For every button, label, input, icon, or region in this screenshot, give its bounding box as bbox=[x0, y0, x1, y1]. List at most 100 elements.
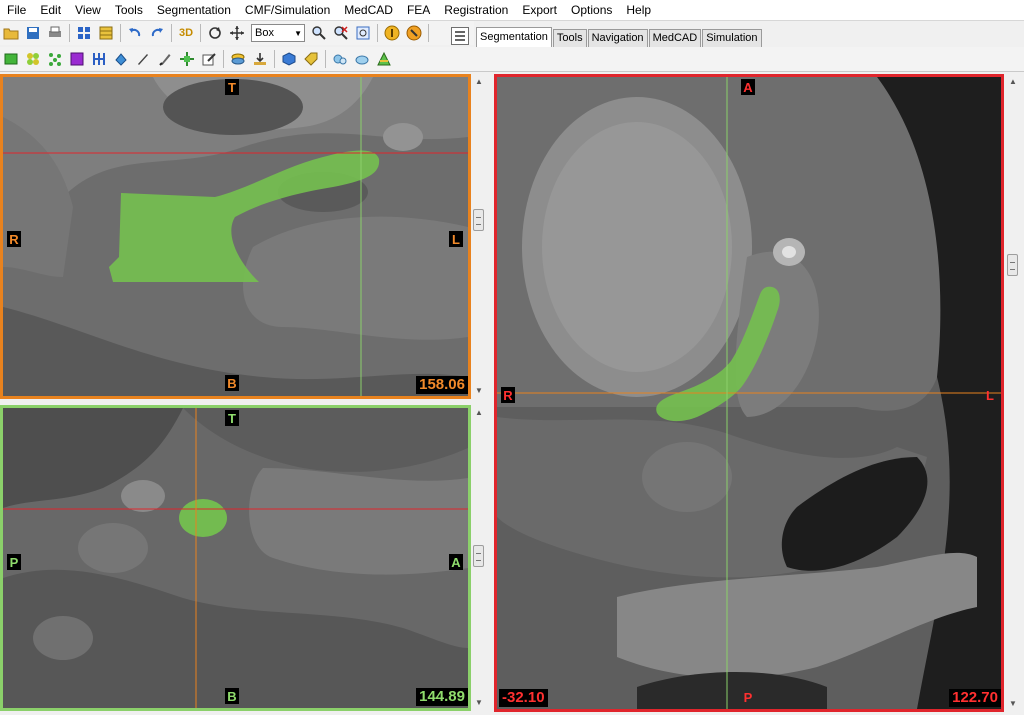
info-icon[interactable] bbox=[382, 23, 402, 43]
chevron-down-icon: ▼ bbox=[294, 28, 302, 38]
axial-scrollbar[interactable]: ▲ ▼ bbox=[1006, 74, 1020, 712]
view-mode-value: Box bbox=[255, 27, 274, 39]
toolbar-separator bbox=[325, 50, 326, 68]
undo-icon[interactable] bbox=[125, 23, 145, 43]
menu-help[interactable]: Help bbox=[619, 0, 658, 20]
table-icon[interactable] bbox=[96, 23, 116, 43]
orientation-right-label: L bbox=[449, 231, 463, 247]
cube-icon[interactable] bbox=[279, 49, 299, 69]
menu-fea[interactable]: FEA bbox=[400, 0, 437, 20]
tag-icon[interactable] bbox=[301, 49, 321, 69]
tab-tools[interactable]: Tools bbox=[552, 29, 587, 47]
toolbar-separator bbox=[377, 24, 378, 42]
orientation-right-label: A bbox=[449, 554, 463, 570]
axial-ct-image bbox=[497, 77, 1001, 709]
rotate-icon[interactable] bbox=[205, 23, 225, 43]
save-icon[interactable] bbox=[23, 23, 43, 43]
slice-position-value: 144.89 bbox=[416, 688, 468, 706]
segmentation-toolbar bbox=[0, 47, 1024, 72]
tab-navigation[interactable]: Navigation bbox=[587, 29, 648, 47]
scroll-thumb[interactable] bbox=[473, 545, 484, 567]
orientation-left-label: R bbox=[7, 231, 21, 247]
zoom-icon[interactable] bbox=[309, 23, 329, 43]
morphology-icon[interactable] bbox=[177, 49, 197, 69]
menu-medcad[interactable]: MedCAD bbox=[337, 0, 400, 20]
zoom-reset-icon[interactable] bbox=[331, 23, 351, 43]
tab-simulation[interactable]: Simulation bbox=[702, 29, 762, 47]
menu-cmf-simulation[interactable]: CMF/Simulation bbox=[238, 0, 337, 20]
scroll-thumb[interactable] bbox=[1007, 254, 1018, 276]
tab-medcad[interactable]: MedCAD bbox=[648, 29, 702, 47]
orientation-left-label: R bbox=[501, 387, 515, 403]
menu-tools[interactable]: Tools bbox=[108, 0, 150, 20]
scroll-down-icon[interactable]: ▼ bbox=[472, 697, 486, 709]
scatter-icon[interactable] bbox=[45, 49, 65, 69]
toolbar-separator bbox=[428, 24, 429, 42]
toolbar-separator bbox=[171, 24, 172, 42]
region-grow-icon[interactable] bbox=[23, 49, 43, 69]
toolbar-separator bbox=[69, 24, 70, 42]
orientation-bottom-label: B bbox=[225, 375, 239, 391]
brush-icon[interactable] bbox=[155, 49, 175, 69]
menu-export[interactable]: Export bbox=[515, 0, 564, 20]
axial-view[interactable]: A P R L -32.10 122.70 bbox=[494, 74, 1004, 712]
coronal-scrollbar[interactable]: ▲ ▼ bbox=[472, 74, 486, 399]
split-icon[interactable] bbox=[89, 49, 109, 69]
fill-icon[interactable] bbox=[111, 49, 131, 69]
toolbar-separator bbox=[120, 24, 121, 42]
toolbar-separator bbox=[223, 50, 224, 68]
menu-file[interactable]: File bbox=[0, 0, 33, 20]
tab-segmentation[interactable]: Segmentation bbox=[476, 27, 552, 47]
orientation-bottom-label: P bbox=[743, 689, 753, 705]
open-folder-icon[interactable] bbox=[1, 23, 21, 43]
coronal-view[interactable]: T B R L 158.06 bbox=[0, 74, 471, 399]
pan-icon[interactable] bbox=[227, 23, 247, 43]
print-icon[interactable] bbox=[45, 23, 65, 43]
scroll-down-icon[interactable]: ▼ bbox=[1006, 698, 1020, 710]
measure-icon[interactable] bbox=[404, 23, 424, 43]
menu-registration[interactable]: Registration bbox=[437, 0, 515, 20]
thresholding-icon[interactable] bbox=[1, 49, 21, 69]
list-view-button[interactable] bbox=[451, 27, 469, 45]
three-d-view-button[interactable]: 3D bbox=[176, 23, 196, 43]
menu-view[interactable]: View bbox=[68, 0, 108, 20]
orientation-top-label: T bbox=[225, 79, 239, 95]
mask-icon[interactable] bbox=[67, 49, 87, 69]
view-mode-select[interactable]: Box ▼ bbox=[251, 24, 305, 42]
triangle-reduction-icon[interactable] bbox=[374, 49, 394, 69]
grid-icon[interactable] bbox=[74, 23, 94, 43]
menu-segmentation[interactable]: Segmentation bbox=[150, 0, 238, 20]
redo-icon[interactable] bbox=[147, 23, 167, 43]
orientation-top-label: A bbox=[741, 79, 755, 95]
coronal-ct-image bbox=[3, 77, 468, 396]
scroll-down-icon[interactable]: ▼ bbox=[472, 385, 486, 397]
window-value-left: -32.10 bbox=[499, 689, 548, 707]
slice-position-value: 158.06 bbox=[416, 376, 468, 394]
wrap-icon[interactable] bbox=[330, 49, 350, 69]
edit-mask-icon[interactable] bbox=[199, 49, 219, 69]
scroll-thumb[interactable] bbox=[473, 209, 484, 231]
scroll-up-icon[interactable]: ▲ bbox=[472, 407, 486, 419]
smooth-icon[interactable] bbox=[352, 49, 372, 69]
fit-view-icon[interactable] bbox=[353, 23, 373, 43]
import-icon[interactable] bbox=[250, 49, 270, 69]
slice-position-value: 122.70 bbox=[949, 689, 1001, 707]
orientation-right-label: L bbox=[986, 387, 994, 403]
scroll-up-icon[interactable]: ▲ bbox=[1006, 76, 1020, 88]
sagittal-view[interactable]: T B P A 144.89 bbox=[0, 405, 471, 711]
sagittal-ct-image bbox=[3, 408, 468, 708]
sagittal-scrollbar[interactable]: ▲ ▼ bbox=[472, 405, 486, 711]
orientation-left-label: P bbox=[7, 554, 21, 570]
project-tabs: Segmentation Tools Navigation MedCAD Sim… bbox=[476, 27, 763, 47]
toolbar-separator bbox=[200, 24, 201, 42]
toolbar-separator bbox=[274, 50, 275, 68]
scroll-up-icon[interactable]: ▲ bbox=[472, 76, 486, 88]
orientation-bottom-label: B bbox=[225, 688, 239, 704]
menu-bar: File Edit View Tools Segmentation CMF/Si… bbox=[0, 0, 1024, 21]
menu-options[interactable]: Options bbox=[564, 0, 619, 20]
orientation-top-label: T bbox=[225, 410, 239, 426]
main-toolbar: 3D Box ▼ bbox=[0, 21, 474, 45]
pen-icon[interactable] bbox=[133, 49, 153, 69]
calculate-3d-icon[interactable] bbox=[228, 49, 248, 69]
menu-edit[interactable]: Edit bbox=[33, 0, 68, 20]
